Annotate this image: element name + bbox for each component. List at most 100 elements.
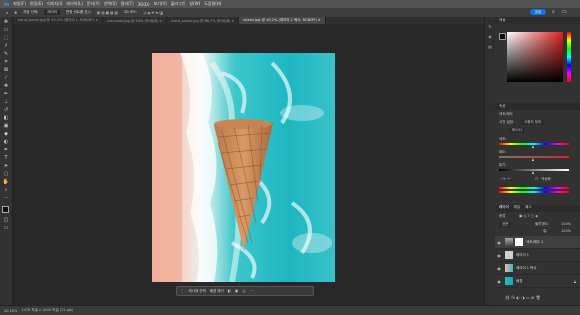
layer-row[interactable]: ◉ 레이어 1 (495, 249, 580, 262)
more-options-button[interactable]: ··· (249, 289, 252, 293)
color-picker-field[interactable] (507, 32, 563, 82)
gradient-tool-icon[interactable]: ▣ (2, 123, 10, 129)
zoom-tool-icon[interactable]: ⌕ (2, 187, 10, 193)
menu-help[interactable]: 도움말(H) (204, 1, 221, 7)
align-icons[interactable]: ▤ ▥ ▦ ▧ ▨ (97, 11, 118, 15)
lock-icon[interactable]: 🔒︎ (574, 279, 576, 284)
taskbar-icon-2[interactable]: ▣ (235, 289, 238, 293)
share-button[interactable]: 공유 (530, 9, 546, 15)
learn-panel-icon[interactable]: ◈ (487, 33, 493, 39)
remove-background-button[interactable]: 배경 제거 (210, 289, 224, 294)
pen-tool-icon[interactable]: ✒ (2, 147, 10, 153)
lasso-tool-icon[interactable]: ℓ (2, 43, 10, 49)
visibility-eye-icon[interactable]: ◉ (495, 253, 503, 258)
menu-type[interactable]: 문자(Y) (87, 1, 100, 7)
tab-doc-4-active[interactable]: ocean.jpg @ 40.2% (레이어 1 복사, RGB/8*) × (239, 17, 326, 24)
layer-kind-filter[interactable]: 종류 (499, 214, 505, 219)
shape-tool-icon[interactable]: ▢ (2, 171, 10, 177)
tab-doc-3[interactable]: hand_saeon.jpg @ 66.7% (RGB/8) × (167, 17, 240, 24)
move-tool-icon[interactable]: ✥ (14, 11, 17, 15)
crop-tool-icon[interactable]: ⌗ (2, 59, 10, 65)
menu-edit[interactable]: 편집(E) (30, 1, 43, 7)
layer-name[interactable]: 레이어 1 (516, 253, 529, 258)
libraries-panel-icon[interactable]: ▤ (487, 43, 493, 49)
channel-dropdown[interactable]: 마스터 (509, 128, 525, 133)
layer-row[interactable]: ◉ 배경 🔒︎ (495, 275, 580, 288)
layer-name[interactable]: 레이어 1 복사 (516, 266, 537, 271)
taskbar-icon-1[interactable]: ◧ (228, 289, 231, 293)
auto-select-label[interactable]: 자동 선택: (23, 10, 38, 15)
layer-name[interactable]: 배경 (516, 279, 522, 284)
history-panel-icon[interactable]: ↻ (487, 23, 493, 29)
layer-name[interactable]: 색조/채도 1 (526, 240, 543, 245)
menu-window[interactable]: 창(W) (189, 1, 200, 7)
clone-stamp-tool-icon[interactable]: ⊥ (2, 99, 10, 105)
select-subject-button[interactable]: 피사체 선택 (189, 289, 206, 294)
brush-tool-icon[interactable]: ✏ (2, 91, 10, 97)
zoom-level[interactable]: 40.18% (4, 309, 17, 313)
tab-doc-2[interactable]: icecream.jpg @ 50% (RGB/8) × (103, 17, 168, 24)
foreground-color-chip[interactable] (499, 33, 506, 40)
mask-thumb[interactable] (515, 238, 523, 246)
layer-row[interactable]: ◉ 레이어 1 복사 (495, 262, 580, 275)
auto-select-dropdown[interactable]: 레이어 (44, 10, 61, 15)
quick-mask-icon[interactable]: ◫ (2, 217, 10, 223)
path-select-tool-icon[interactable]: ➤ (2, 163, 10, 169)
blend-mode-dropdown[interactable]: 표준 (499, 222, 512, 227)
foreground-color-swatch[interactable] (2, 206, 9, 213)
quick-select-tool-icon[interactable]: ✎ (2, 51, 10, 57)
hue-adjust-slider[interactable] (499, 143, 569, 145)
move-tool-icon[interactable]: ✥ (2, 19, 10, 25)
home-icon[interactable]: ⌂ (6, 11, 8, 15)
layers-footer-icons[interactable]: ⛓ fx ◐ ◑ ▭ ⊞ 🗑︎ (505, 295, 541, 300)
drag-handle-icon[interactable]: ⋮ (181, 289, 185, 293)
visibility-eye-icon[interactable]: ◉ (495, 279, 503, 284)
hue-slider[interactable] (567, 32, 571, 82)
eyedropper-tool-icon[interactable]: ⁄ (2, 75, 10, 81)
menu-3d[interactable]: 3D(D) (138, 2, 150, 7)
menu-filter[interactable]: 필터(T) (121, 1, 134, 7)
healing-brush-tool-icon[interactable]: ✚ (2, 83, 10, 89)
opacity-value[interactable]: 100% (561, 222, 571, 226)
lightness-slider-knob[interactable] (532, 171, 534, 174)
artboard-tool-icon[interactable]: ▭ (2, 27, 10, 33)
saturation-adjust-slider[interactable] (499, 156, 569, 158)
document-canvas[interactable] (152, 53, 335, 282)
properties-panel-title[interactable]: 속성 (499, 104, 505, 109)
blur-tool-icon[interactable]: ◆ (2, 131, 10, 137)
layer-filter-icons[interactable]: ▣ ◎ T ▢ ◈ (519, 214, 538, 218)
show-transform-controls[interactable]: 변형 컨트롤 표시 (66, 10, 91, 15)
tab-layers[interactable]: 레이어 (499, 205, 509, 212)
visibility-eye-icon[interactable]: ◉ (495, 240, 503, 245)
fill-value[interactable]: 100% (561, 229, 571, 233)
color-panel-title[interactable]: 색상 (499, 18, 505, 23)
search-icon[interactable]: ⌕ (552, 9, 555, 15)
type-tool-icon[interactable]: T (2, 155, 10, 161)
dodge-tool-icon[interactable]: ◐ (2, 139, 10, 145)
document-info[interactable]: 1476 픽셀 x 1845 픽셀 (72 ppi) (21, 308, 73, 313)
screen-mode-icon[interactable]: ▭ (2, 225, 10, 231)
saturation-slider-knob[interactable] (532, 158, 534, 161)
menu-layer[interactable]: 레이어(L) (66, 1, 82, 7)
menu-plugins[interactable]: 플러그인 (171, 1, 186, 7)
tab-doc-1[interactable]: hand_saeon.jpg @ 43.3% (레이어 1, RGB/8*) × (14, 17, 104, 24)
eraser-tool-icon[interactable]: ◧ (2, 115, 10, 121)
eyedropper-icons[interactable]: ⁄ ⁄+ ⁄− (501, 177, 511, 181)
hue-slider-knob[interactable] (532, 145, 534, 148)
history-brush-tool-icon[interactable]: ↺ (2, 107, 10, 113)
tab-channels[interactable]: 채널 (514, 205, 520, 212)
layer-row[interactable]: ◉ 색조/채도 1 (495, 236, 580, 249)
lightness-adjust-slider[interactable] (499, 169, 569, 171)
colorize-checkbox[interactable]: ☐ (535, 177, 538, 181)
hand-tool-icon[interactable]: ✋ (2, 179, 10, 185)
menu-view[interactable]: 보기(V) (154, 1, 167, 7)
ps-logo-icon[interactable]: Ps (4, 2, 9, 7)
menu-select[interactable]: 선택(S) (104, 1, 117, 7)
frame-tool-icon[interactable]: ⊠ (2, 67, 10, 73)
workspace-icon[interactable]: ▭ (562, 9, 567, 15)
menu-image[interactable]: 이미지(I) (47, 1, 62, 7)
taskbar-icon-3[interactable]: ◎ (242, 289, 245, 293)
more-tools-icon[interactable]: ··· (2, 195, 10, 201)
marquee-tool-icon[interactable]: ⬚ (2, 35, 10, 41)
3d-mode-icons[interactable]: ◎ ◈ ✣ ⬌ ◪ (143, 11, 162, 15)
